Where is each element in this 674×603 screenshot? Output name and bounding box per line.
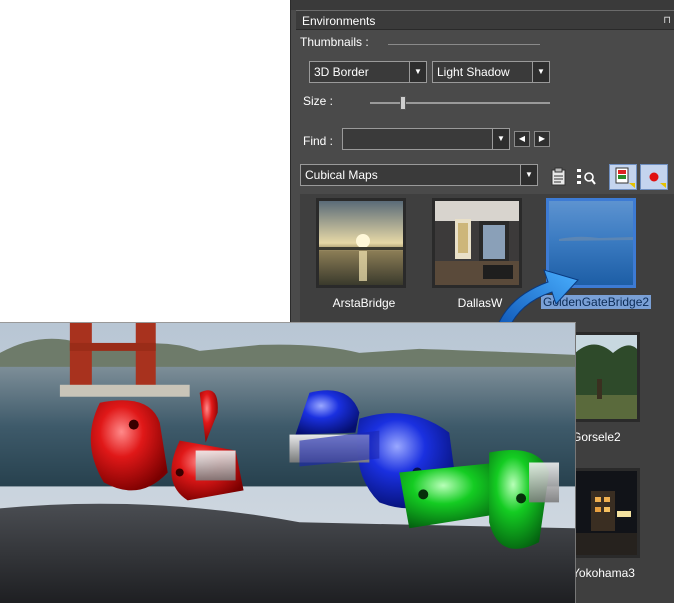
- size-slider-thumb[interactable]: [400, 96, 406, 110]
- dropdown-arrow-icon[interactable]: ▼: [520, 165, 537, 185]
- next-arrow-icon[interactable]: ▶: [534, 131, 550, 147]
- border-style-select[interactable]: 3D Border ▼: [309, 61, 427, 83]
- thumbnail-caption: Gorsele2: [572, 430, 621, 444]
- thumbnail-arstabridge[interactable]: [316, 198, 406, 288]
- dropdown-arrow-icon[interactable]: ▼: [532, 62, 549, 82]
- find-label: Find :: [303, 134, 334, 148]
- prev-arrow-icon[interactable]: ◀: [514, 131, 530, 147]
- thumbnails-label: Thumbnails :: [300, 35, 369, 49]
- thumbnails-divider: [388, 44, 540, 45]
- environment-render-preview: [0, 322, 576, 603]
- thumbnail-gorsele2[interactable]: [570, 332, 640, 422]
- panel-title: Environments: [302, 14, 376, 28]
- search-list-icon[interactable]: [575, 166, 597, 188]
- pin-icon[interactable]: ⊓: [663, 11, 671, 31]
- dropdown-arrow-icon[interactable]: ▼: [409, 62, 426, 82]
- shadow-style-value: Light Shadow: [437, 65, 510, 79]
- thumbnail-caption: Yokohama3: [572, 566, 635, 580]
- panel-title-bar: Environments ⊓: [296, 10, 674, 30]
- size-label: Size :: [303, 94, 334, 108]
- category-select[interactable]: Cubical Maps ▼: [300, 164, 538, 186]
- category-value: Cubical Maps: [305, 168, 378, 182]
- panel-top-strip: [291, 0, 674, 10]
- thumbnail-yokohama3[interactable]: [570, 468, 640, 558]
- border-style-value: 3D Border: [314, 65, 369, 79]
- dropdown-arrow-icon[interactable]: ▼: [492, 129, 509, 149]
- record-icon[interactable]: [640, 164, 668, 190]
- thumbnail-caption: ArstaBridge: [332, 296, 396, 310]
- environment-preview-icon[interactable]: [609, 164, 637, 190]
- clipboard-icon[interactable]: [548, 166, 570, 188]
- shadow-style-select[interactable]: Light Shadow ▼: [432, 61, 550, 83]
- find-input[interactable]: ▼: [342, 128, 510, 150]
- size-slider-track[interactable]: [370, 102, 550, 104]
